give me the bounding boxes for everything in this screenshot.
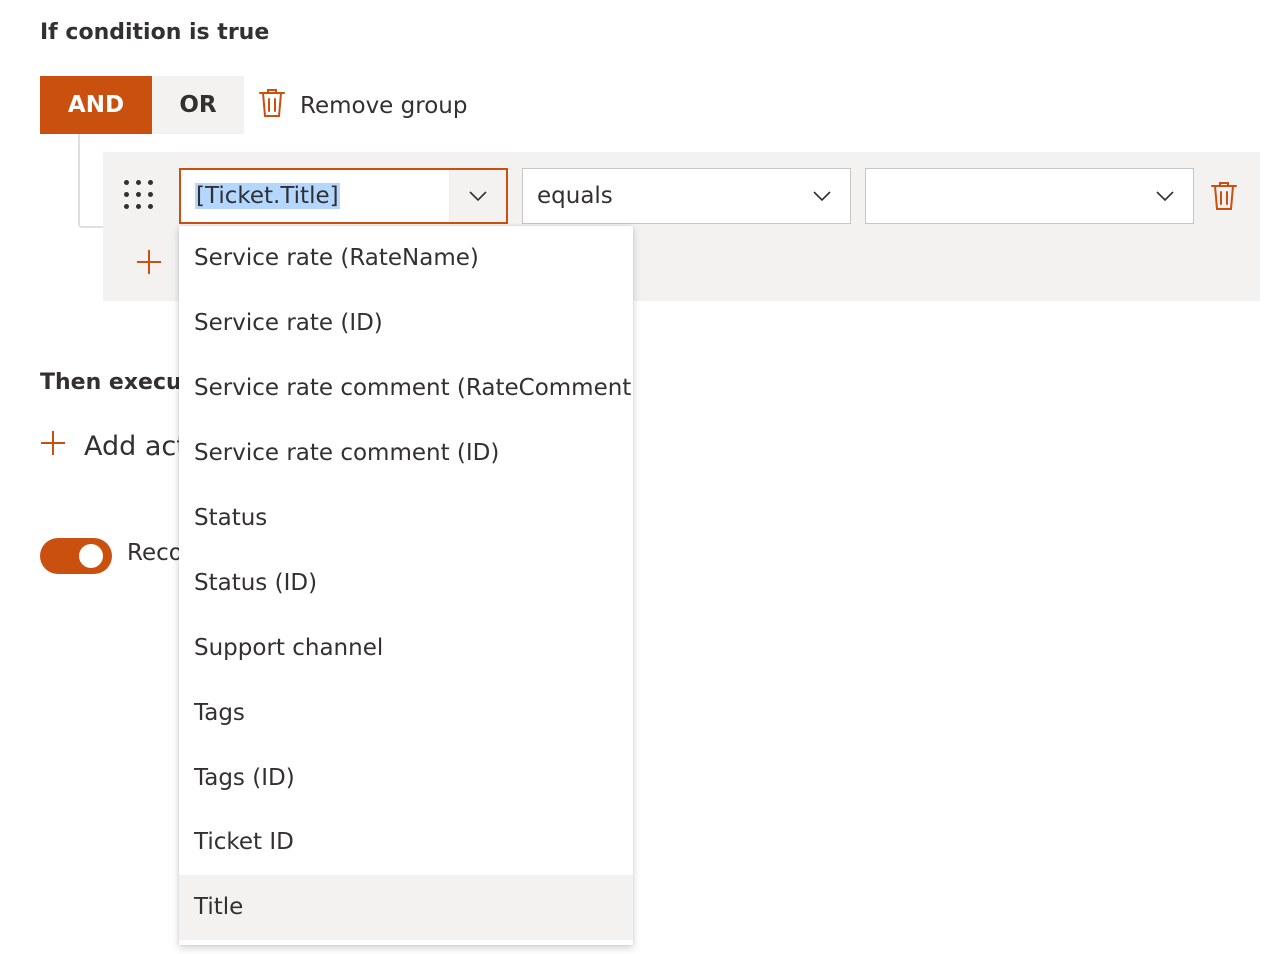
- toggle-knob: [79, 544, 103, 568]
- and-toggle-button[interactable]: AND: [40, 76, 152, 134]
- plus-icon: [40, 430, 66, 463]
- remove-group-label: Remove group: [300, 93, 468, 119]
- dropdown-option-hovered[interactable]: Title: [179, 874, 633, 940]
- chevron-down-icon[interactable]: [449, 170, 506, 222]
- chevron-down-icon: [1137, 169, 1193, 223]
- field-combobox-value[interactable]: [Ticket.Title]: [195, 183, 340, 209]
- group-connector-line: [78, 134, 104, 228]
- dropdown-option[interactable]: Status (ID): [179, 550, 633, 615]
- dropdown-option[interactable]: Service rate (ID): [179, 291, 633, 356]
- toggle-label: Reco: [127, 540, 183, 566]
- dropdown-option[interactable]: Status: [179, 486, 633, 551]
- operator-combobox[interactable]: equals: [522, 168, 851, 224]
- field-combobox-value-wrap: [Ticket.Title]: [181, 183, 449, 209]
- gripper-icon[interactable]: [124, 180, 154, 210]
- add-action-button[interactable]: Add act: [40, 424, 187, 468]
- operator-combobox-value: equals: [537, 183, 613, 209]
- dropdown-option[interactable]: Service rate comment (ID): [179, 421, 633, 486]
- trash-icon: [258, 87, 286, 125]
- plus-icon[interactable]: [134, 247, 164, 277]
- dropdown-option[interactable]: Service rate comment (RateComment): [179, 356, 633, 421]
- toggle-switch[interactable]: [40, 538, 112, 574]
- dropdown-option[interactable]: Tags: [179, 680, 633, 745]
- value-combobox[interactable]: [865, 168, 1194, 224]
- or-toggle-button[interactable]: OR: [152, 76, 244, 134]
- dropdown-option[interactable]: Service rate (RateName): [179, 226, 633, 291]
- if-condition-title: If condition is true: [40, 20, 270, 45]
- dropdown-option[interactable]: Ticket ID: [179, 810, 633, 875]
- rule-editor: If condition is true AND OR Remove group…: [0, 0, 1283, 954]
- dropdown-option[interactable]: Tags (ID): [179, 745, 633, 810]
- field-dropdown-list: Service rate (RateName) Service rate (ID…: [179, 226, 633, 945]
- trash-icon[interactable]: [1208, 180, 1240, 212]
- then-execute-title: Then execut: [40, 370, 193, 395]
- add-action-label: Add act: [84, 430, 187, 462]
- field-combobox[interactable]: [Ticket.Title]: [179, 168, 508, 224]
- remove-group-button[interactable]: Remove group: [258, 86, 467, 126]
- dropdown-option[interactable]: Support channel: [179, 615, 633, 680]
- chevron-down-icon: [794, 169, 850, 223]
